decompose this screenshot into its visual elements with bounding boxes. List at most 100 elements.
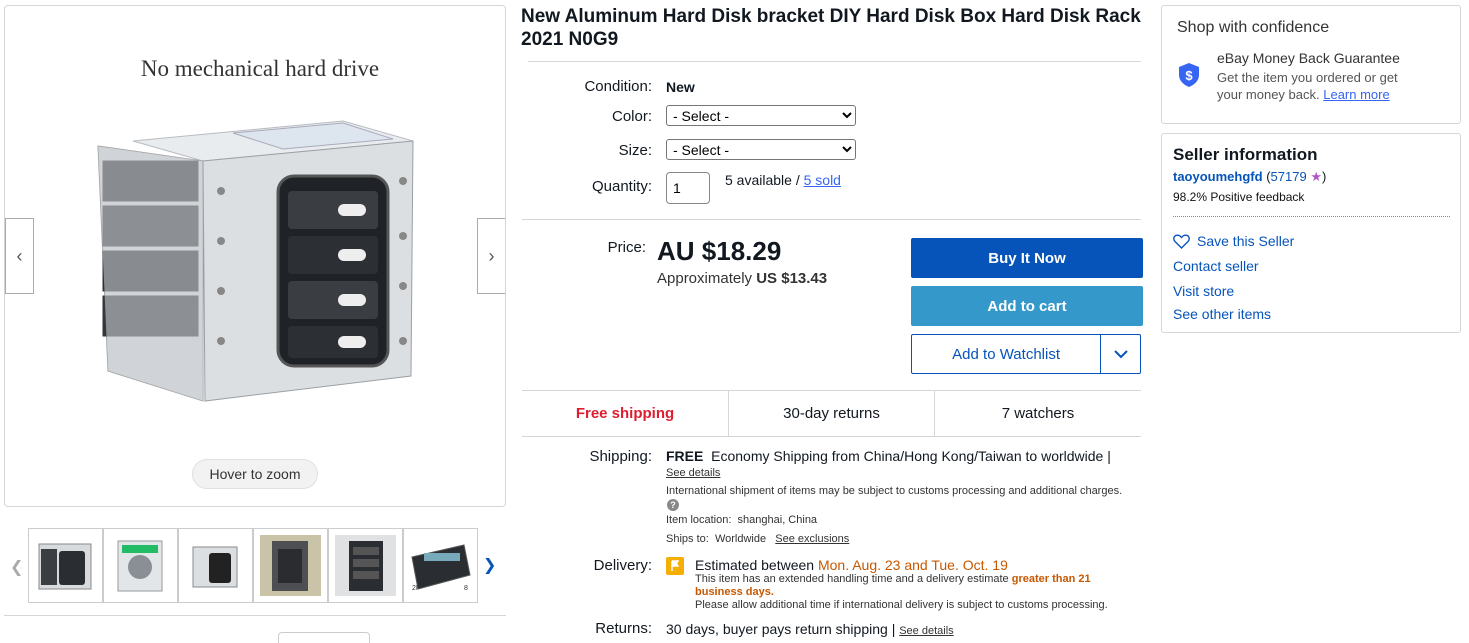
buy-it-now-button[interactable]: Buy It Now — [911, 238, 1143, 278]
confidence-title: Shop with confidence — [1177, 19, 1330, 36]
item-location-value: shanghai, China — [737, 514, 818, 526]
size-select[interactable]: - Select - — [666, 139, 856, 160]
handling-text: This item has an extended handling time … — [695, 573, 1009, 585]
ships-to: Ships to: Worldwide See exclusions — [666, 533, 849, 545]
returns-text: 30 days, buyer pays return shipping | — [666, 621, 896, 637]
thumb-tag: 2P — [412, 585, 421, 592]
color-label: Color: — [611, 108, 652, 125]
sold-link[interactable]: 5 sold — [804, 172, 841, 188]
price-label: Price: — [607, 239, 646, 256]
ships-to-label: Ships to: — [666, 533, 709, 545]
returns-highlight: 30-day returns — [783, 405, 880, 422]
thumbnail-strip: 2P 8 — [28, 528, 478, 603]
highlights-bottom-divider — [522, 436, 1141, 437]
returns-see-details-link[interactable]: See details — [899, 625, 953, 637]
seller-name-link[interactable]: taoyoumehgfd — [1173, 169, 1263, 184]
money-back-shield-icon: $ — [1179, 63, 1199, 87]
customs-note: International shipment of items may be s… — [666, 485, 1123, 497]
save-seller-button[interactable]: Save this Seller — [1173, 233, 1294, 249]
guarantee-line-2-text: your money back. — [1217, 87, 1320, 102]
available-text: 5 available / — [725, 172, 800, 188]
handling-highlight-1: greater than 21 — [1011, 573, 1091, 585]
save-seller-label: Save this Seller — [1197, 233, 1295, 249]
shipping-method: Economy Shipping from China/Hong Kong/Ta… — [711, 448, 1111, 464]
feedback-star-icon: ★ — [1310, 169, 1322, 184]
visit-store-link[interactable]: Visit store — [1173, 283, 1234, 299]
learn-more-link[interactable]: Learn more — [1323, 87, 1389, 102]
see-exclusions-link[interactable]: See exclusions — [775, 533, 849, 545]
quantity-input[interactable] — [666, 172, 710, 204]
add-to-watchlist-button[interactable]: Add to Watchlist — [911, 334, 1141, 374]
shipping-label: Shipping: — [589, 448, 652, 465]
approx-price: Approximately US $13.43 — [657, 270, 827, 287]
qty-divider — [522, 219, 1141, 220]
prev-image-button[interactable]: ‹ — [5, 218, 34, 294]
delivery-prefix: Estimated between — [695, 557, 815, 573]
thumbs-next-icon[interactable]: ❯ — [483, 555, 496, 575]
condition-label: Condition: — [584, 78, 652, 95]
contact-seller-link[interactable]: Contact seller — [1173, 258, 1259, 274]
thumbnail-1[interactable] — [28, 528, 103, 603]
help-icon[interactable]: ? — [667, 499, 679, 511]
shipping-summary: FREE Economy Shipping from China/Hong Ko… — [666, 448, 1111, 464]
delivery-label: Delivery: — [593, 557, 652, 574]
product-image — [97, 120, 414, 402]
thumbnail-5[interactable] — [328, 528, 403, 603]
delivery-dates: Mon. Aug. 23 and Tue. Oct. 19 — [817, 557, 1008, 573]
thumbnail-6[interactable]: 2P 8 — [403, 528, 478, 603]
shop-with-confidence-box: Shop with confidence $ eBay Money Back G… — [1161, 5, 1461, 124]
item-location: Item location: shanghai, China — [666, 514, 817, 526]
handling-highlight-2: business days. — [695, 586, 774, 598]
shipping-free: FREE — [666, 448, 704, 464]
shipping-see-details-link[interactable]: See details — [666, 467, 720, 479]
svg-text:$: $ — [1185, 68, 1193, 83]
free-shipping-highlight: Free shipping — [575, 405, 675, 422]
seller-info-title: Seller information — [1173, 145, 1318, 164]
guarantee-line-2: your money back. Learn more — [1217, 87, 1390, 102]
item-location-label: Item location: — [666, 514, 732, 526]
chevron-right-icon: › — [488, 245, 495, 266]
color-select[interactable]: - Select - — [666, 105, 856, 126]
positive-feedback: 98.2% Positive feedback — [1173, 190, 1305, 204]
chevron-down-icon — [1113, 349, 1128, 358]
partial-button[interactable] — [278, 632, 370, 643]
delivery-estimate: Estimated between Mon. Aug. 23 and Tue. … — [695, 557, 1008, 573]
seller-divider — [1173, 216, 1450, 217]
quantity-label: Quantity: — [591, 178, 652, 195]
guarantee-title: eBay Money Back Guarantee — [1217, 50, 1400, 66]
watchlist-dropdown-toggle[interactable] — [1100, 335, 1140, 373]
guarantee-line-1: Get the item you ordered or get — [1217, 70, 1398, 85]
seller-name-row: taoyoumehgfd (57179 ★) — [1173, 169, 1327, 184]
gallery-divider — [4, 615, 506, 616]
ships-to-value: Worldwide — [714, 533, 767, 545]
approx-prefix: Approximately — [657, 270, 753, 287]
thumb-tag-2: 8 — [464, 585, 468, 592]
handling-note: This item has an extended handling time … — [695, 573, 1115, 599]
main-image-panel[interactable]: No mechanical hard drive ‹ › Hover to zo… — [4, 5, 506, 507]
next-image-button[interactable]: › — [477, 218, 505, 294]
returns-label: Returns: — [595, 620, 652, 637]
intl-note: Please allow additional time if internat… — [695, 599, 1108, 611]
availability: 5 available / 5 sold — [725, 172, 841, 188]
seller-information-box: Seller information taoyoumehgfd (57179 ★… — [1161, 133, 1461, 333]
item-title: New Aluminum Hard Disk bracket DIY Hard … — [521, 6, 1141, 50]
feedback-score-link[interactable]: 57179 — [1271, 169, 1307, 184]
price-value: AU $18.29 — [657, 236, 782, 266]
returns-info: 30 days, buyer pays return shipping | Se… — [666, 621, 954, 637]
heart-icon — [1173, 234, 1190, 249]
condition-value: New — [666, 79, 695, 95]
approx-value: US $13.43 — [756, 270, 828, 287]
image-caption: No mechanical hard drive — [140, 56, 380, 81]
size-label: Size: — [618, 142, 652, 159]
add-to-cart-button[interactable]: Add to cart — [911, 286, 1143, 326]
hover-to-zoom-label: Hover to zoom — [192, 459, 318, 489]
title-divider — [528, 61, 1141, 62]
thumbnail-2[interactable] — [103, 528, 178, 603]
see-other-items-link[interactable]: See other items — [1173, 306, 1271, 322]
thumbnail-4[interactable] — [253, 528, 328, 603]
chevron-left-icon: ‹ — [16, 245, 23, 266]
thumbnail-3[interactable] — [178, 528, 253, 603]
delivery-flag-icon — [666, 557, 684, 575]
watchers-highlight: 7 watchers — [1001, 405, 1075, 422]
thumbs-prev-icon[interactable]: ❮ — [10, 557, 23, 577]
